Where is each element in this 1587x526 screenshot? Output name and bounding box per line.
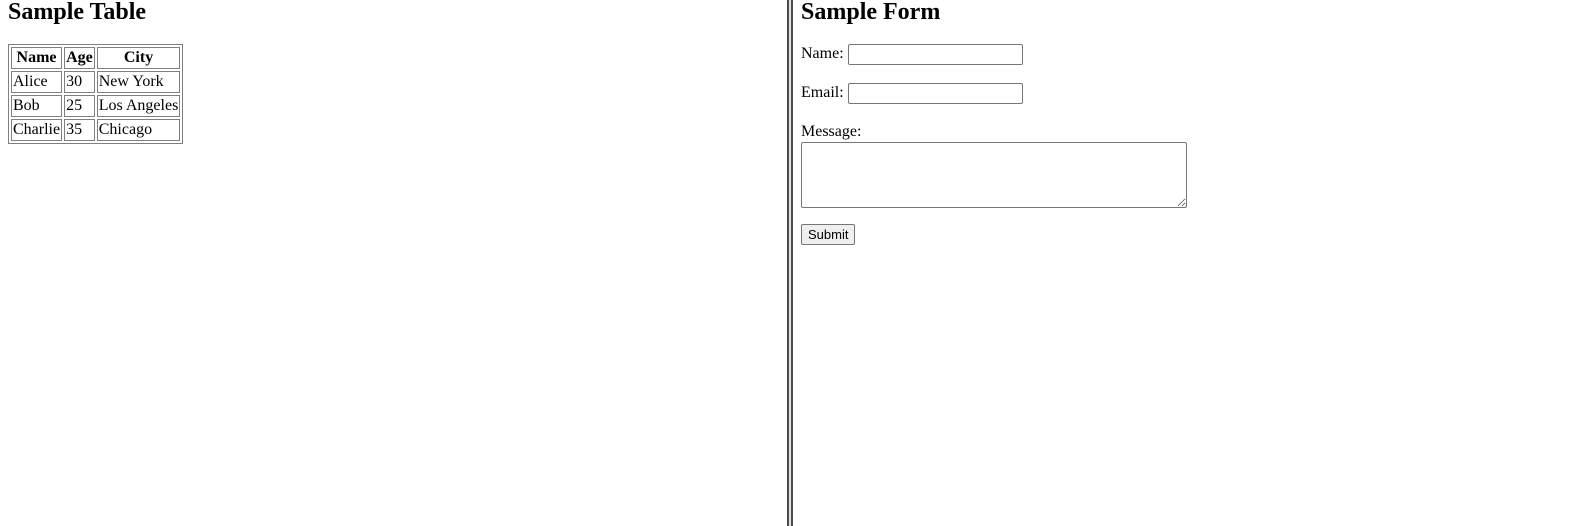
table-cell-city: Chicago: [96, 119, 181, 141]
sample-table: Name Age City Alice 30 New York Bob 25 L…: [8, 44, 184, 144]
table-cell-city: Los Angeles: [96, 95, 181, 117]
table-wrapper: Name Age City Alice 30 New York Bob 25 L…: [8, 44, 779, 144]
message-label: Message:: [801, 123, 862, 140]
message-field[interactable]: [801, 142, 1187, 208]
table-heading: Sample Table: [8, 0, 147, 25]
table-cell-name: Bob: [11, 95, 63, 117]
form-heading: Sample Form: [801, 0, 941, 25]
table-row: Alice 30 New York: [11, 71, 181, 93]
form-pane: Sample Form Name: Email: Message: Submit: [793, 0, 1587, 245]
table-cell-name: Alice: [11, 71, 63, 93]
frameset: Sample Table Name Age City Alice 30 New …: [0, 0, 1587, 526]
table-row: Charlie 35 Chicago: [11, 119, 181, 141]
table-row: Bob 25 Los Angeles: [11, 95, 181, 117]
submit-row: Submit: [801, 224, 1579, 245]
table-header-row: Name Age City: [11, 47, 181, 69]
column-header-name: Name: [11, 47, 63, 69]
left-frame: Sample Table Name Age City Alice 30 New …: [0, 0, 787, 526]
name-label: Name:: [801, 45, 844, 63]
column-header-city: City: [96, 47, 181, 69]
table-cell-age: 35: [64, 119, 95, 141]
right-frame: Sample Form Name: Email: Message: Submit: [793, 0, 1587, 526]
table-cell-city: New York: [96, 71, 181, 93]
submit-button[interactable]: Submit: [801, 224, 856, 245]
message-row: Message:: [801, 122, 1579, 208]
sample-form: Name: Email: Message: Submit: [801, 44, 1579, 245]
table-cell-name: Charlie: [11, 119, 63, 141]
table-pane: Sample Table Name Age City Alice 30 New …: [0, 0, 787, 144]
table-cell-age: 30: [64, 71, 95, 93]
name-row: Name:: [801, 44, 1579, 65]
name-field[interactable]: [847, 44, 1023, 65]
column-header-age: Age: [64, 47, 95, 69]
email-label: Email:: [801, 84, 844, 102]
table-cell-age: 25: [64, 95, 95, 117]
email-field[interactable]: [847, 83, 1023, 104]
email-row: Email:: [801, 83, 1579, 104]
